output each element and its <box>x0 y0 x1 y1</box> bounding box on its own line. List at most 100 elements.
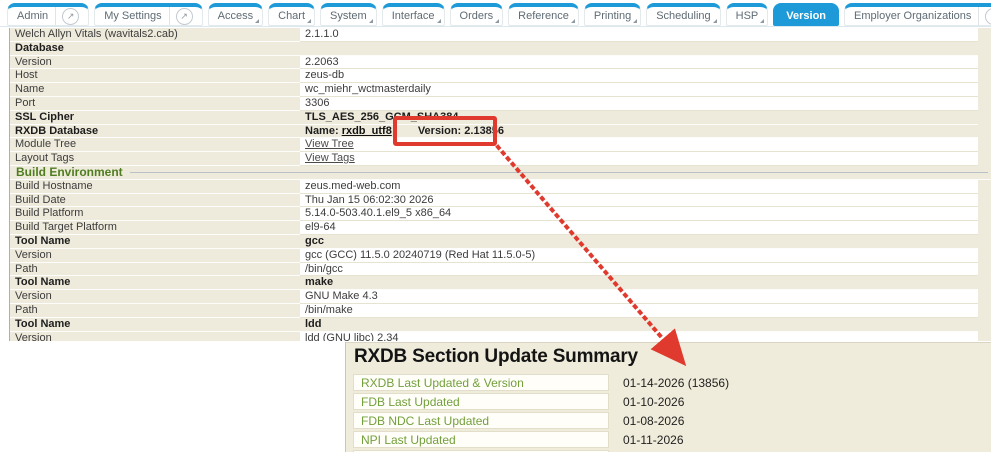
tab-my-settings[interactable]: My Settings ↗ <box>94 3 202 26</box>
tab-label: HSP <box>736 10 759 22</box>
tab-bar: Admin↗ My Settings ↗ Access Chart System Inter… <box>0 0 991 27</box>
table-row: Namewc_miehr_wctmasterdaily <box>10 83 991 97</box>
dropdown-indicator-icon[interactable] <box>369 19 373 23</box>
highlight-rect <box>393 116 497 146</box>
row-value: ldd <box>300 318 978 332</box>
row-label: Build Hostname <box>10 180 300 194</box>
tab-interface[interactable]: Interface <box>382 3 445 26</box>
row-value-link[interactable]: View Tree <box>305 138 354 150</box>
tab-version[interactable]: Version <box>773 3 839 26</box>
row-value: zeus-db <box>300 69 978 83</box>
row-value: /bin/make <box>300 304 978 318</box>
row-value-link[interactable]: View Tags <box>305 152 355 164</box>
dropdown-indicator-icon[interactable] <box>437 19 441 23</box>
dropdown-indicator-icon[interactable] <box>307 19 311 23</box>
table-row: RXDB DatabaseName: rxdb_utf8Version: 2.1… <box>10 125 991 139</box>
row-label: Host <box>10 69 300 83</box>
table-row: VersionGNU Make 4.3 <box>10 290 991 304</box>
table-row: Build Hostnamezeus.med-web.com <box>10 180 991 194</box>
rxdb-summary-rows: RXDB Last Updated & Version 01-14-2026 (1… <box>346 374 991 452</box>
table-row: Port3306 <box>10 97 991 111</box>
row-value: el9-64 <box>300 221 978 235</box>
row-value: GNU Make 4.3 <box>300 290 978 304</box>
popout-divider: ↗ <box>55 7 79 25</box>
table-row: Build DateThu Jan 15 06:02:30 2026 <box>10 194 991 208</box>
dropdown-indicator-icon[interactable] <box>571 19 575 23</box>
summary-label: FDB NDC Last Updated <box>353 412 609 429</box>
row-label: Module Tree <box>10 138 300 152</box>
row-label: Layout Tags <box>10 152 300 166</box>
tab-hsp[interactable]: HSP <box>726 3 769 26</box>
row-label: Build Date <box>10 194 300 208</box>
row-value: zeus.med-web.com <box>300 180 978 194</box>
table-row: Versionldd (GNU libc) 2.34 <box>10 332 991 341</box>
row-label: RXDB Database <box>10 125 300 139</box>
row-label: Tool Name <box>10 276 300 290</box>
summary-label: FDB Last Updated <box>353 393 609 410</box>
rxdb-summary-panel: RXDB Section Update Summary RXDB Last Up… <box>345 342 991 452</box>
tab-reference[interactable]: Reference <box>508 3 579 26</box>
popout-icon[interactable]: ↗ <box>62 8 79 25</box>
tab-label: System <box>330 10 367 22</box>
summary-value: 01-08-2026 <box>623 414 684 428</box>
section-header-row: Build Environment <box>10 166 991 180</box>
table-row: SSL CipherTLS_AES_256_GCM_SHA384 <box>10 111 991 125</box>
table-row: Versiongcc (GCC) 11.5.0 20240719 (Red Ha… <box>10 249 991 263</box>
tab-admin[interactable]: Admin↗ <box>7 3 89 26</box>
tab-label: Orders <box>460 10 494 22</box>
tab-employer-organizations[interactable]: Employer Organizations↗ <box>844 3 991 26</box>
version-page: { "colors": { "accent_blue": "#1d9ad7", … <box>0 0 991 452</box>
summary-value: 01-14-2026 (13856) <box>623 376 729 390</box>
popout-divider: ↗ <box>978 7 991 25</box>
summary-row: FDB NDC Last Updated 01-08-2026 <box>353 412 991 429</box>
tab-chart[interactable]: Chart <box>268 3 315 26</box>
row-label: Name <box>10 83 300 97</box>
tab-label: Chart <box>278 10 305 22</box>
table-row: Path/bin/make <box>10 304 991 318</box>
dropdown-indicator-icon[interactable] <box>495 19 499 23</box>
row-label: Port <box>10 97 300 111</box>
row-value: wc_miehr_wctmasterdaily <box>300 83 978 97</box>
table-row: Hostzeus-db <box>10 69 991 83</box>
dropdown-indicator-icon[interactable] <box>713 19 717 23</box>
row-label: Path <box>10 304 300 318</box>
row-label: Tool Name <box>10 318 300 332</box>
tab-system[interactable]: System <box>320 3 377 26</box>
dropdown-indicator-icon[interactable] <box>633 19 637 23</box>
table-row: Tool Nameldd <box>10 318 991 332</box>
tab-scheduling[interactable]: Scheduling <box>646 3 720 26</box>
row-label: Tool Name <box>10 235 300 249</box>
tab-label: Scheduling <box>656 10 710 22</box>
tab-printing[interactable]: Printing <box>584 3 641 26</box>
row-label: Build Target Platform <box>10 221 300 235</box>
table-row: Tool Namegcc <box>10 235 991 249</box>
popout-icon[interactable]: ↗ <box>176 8 193 25</box>
row-value: 3306 <box>300 97 978 111</box>
row-value: make <box>300 276 978 290</box>
table-row: Module Tree View Tree <box>10 138 991 152</box>
tab-label: Reference <box>518 10 569 22</box>
popout-icon[interactable]: ↗ <box>985 8 991 25</box>
dropdown-indicator-icon[interactable] <box>255 19 259 23</box>
dropdown-indicator-icon[interactable] <box>760 19 764 23</box>
section-title: Build Environment <box>10 166 123 179</box>
content-area: Welch Allyn Vitals (wavitals2.cab)2.1.1.… <box>0 28 991 341</box>
summary-label: RXDB Last Updated & Version <box>353 374 609 391</box>
tab-orders[interactable]: Orders <box>450 3 504 26</box>
section-rule <box>130 172 988 173</box>
tab-label: Version <box>786 10 826 22</box>
table-row: Tool Namemake <box>10 276 991 290</box>
tab-access[interactable]: Access <box>208 3 263 26</box>
row-label: Welch Allyn Vitals (wavitals2.cab) <box>10 28 300 42</box>
row-value <box>300 42 978 56</box>
row-label: Database <box>10 42 300 56</box>
tab-label: My Settings <box>104 10 161 22</box>
rxdb-name-link[interactable]: rxdb_utf8 <box>342 125 392 137</box>
row-value: 2.2063 <box>300 56 978 70</box>
row-label: Path <box>10 263 300 277</box>
rxdb-name-label: Name: <box>305 125 342 137</box>
table-row: Version2.2063 <box>10 56 991 70</box>
row-value: 5.14.0-503.40.1.el9_5 x86_64 <box>300 207 978 221</box>
table-row: Build Platform5.14.0-503.40.1.el9_5 x86_… <box>10 207 991 221</box>
summary-value: 01-11-2026 <box>623 433 684 447</box>
